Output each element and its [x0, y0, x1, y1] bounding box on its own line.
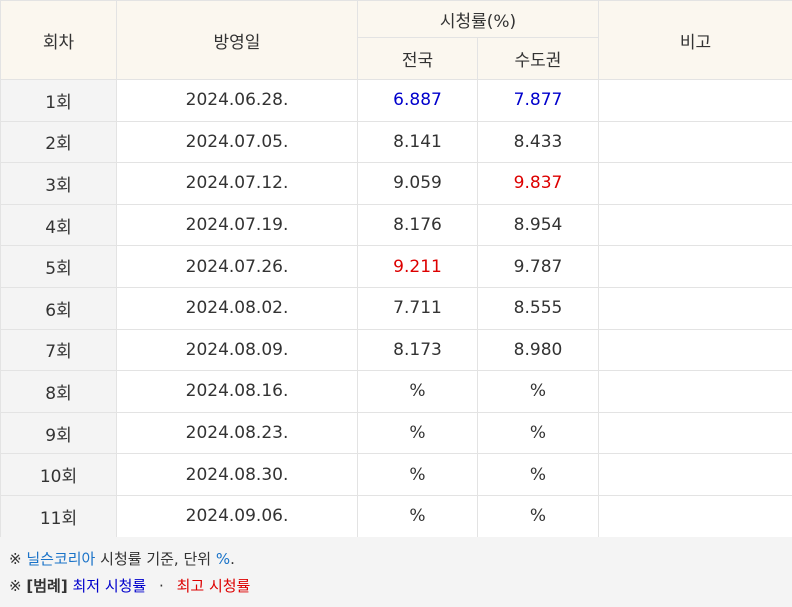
table-row: 10회 2024.08.30.%% — [0, 453, 792, 496]
note-text: 시청률 기준, 단위 — [100, 550, 212, 568]
national-rating-cell: 9.211 — [357, 245, 478, 288]
note-legend: ※ [범례] 최저 시청률 · 최고 시청률 — [9, 575, 250, 596]
remarks-cell — [598, 453, 792, 496]
episode-cell: 3회 — [0, 162, 117, 205]
national-rating-cell: % — [357, 494, 478, 538]
remarks-cell — [598, 328, 792, 372]
table-row: 8회 2024.08.16.%% — [0, 370, 792, 413]
airdate-cell: 2024.07.12. — [116, 162, 358, 205]
remarks-cell — [598, 203, 792, 247]
airdate-cell: 2024.08.02. — [116, 286, 358, 330]
remarks-cell — [598, 370, 792, 413]
legend-label: [범례] — [26, 577, 68, 595]
airdate-cell: 2024.07.05. — [116, 120, 358, 164]
national-rating-cell: % — [357, 370, 478, 413]
national-rating-cell: 8.176 — [357, 203, 478, 247]
ratings-page: 회차 방영일 시청률(%) 비고 전국 수도권 1회 2024.06.28. 6.8… — [0, 0, 792, 607]
capital-rating-cell: 9.787 — [477, 245, 599, 288]
legend-highest: 최고 시청률 — [176, 577, 251, 595]
table-row: 6회 2024.08.02. 7.711 8.555 — [0, 286, 792, 330]
ratings-table: 회차 방영일 시청률(%) 비고 전국 수도권 1회 2024.06.28. 6.8… — [0, 0, 792, 538]
table-row: 11회 2024.09.06.%% — [0, 494, 792, 538]
episode-cell: 2회 — [0, 120, 117, 164]
episode-cell: 9회 — [0, 411, 117, 455]
airdate-cell: 2024.06.28. — [116, 79, 358, 122]
airdate-cell: 2024.09.06. — [116, 494, 358, 538]
national-rating-cell: 8.173 — [357, 328, 478, 372]
nielsen-korea-link[interactable]: 닐슨코리아 — [26, 550, 95, 568]
note-source: ※ 닐슨코리아 시청률 기준, 단위 %. — [9, 548, 235, 569]
airdate-cell: 2024.08.23. — [116, 411, 358, 455]
national-rating-cell: % — [357, 453, 478, 496]
national-rating-cell: 8.141 — [357, 120, 478, 164]
note-symbol: ※ — [9, 550, 22, 568]
episode-cell: 7회 — [0, 328, 117, 372]
capital-rating-cell: 8.954 — [477, 203, 599, 247]
national-rating-cell: 6.887 — [357, 79, 478, 122]
capital-rating-cell: 8.555 — [477, 286, 599, 330]
table-row: 4회 2024.07.19. 8.176 8.954 — [0, 203, 792, 247]
episode-cell: 6회 — [0, 286, 117, 330]
header-remarks: 비고 — [598, 0, 792, 80]
header-national: 전국 — [357, 37, 478, 80]
header-airdate: 방영일 — [116, 0, 358, 80]
episode-cell: 10회 — [0, 453, 117, 496]
remarks-cell — [598, 411, 792, 455]
table-row: 5회 2024.07.26. 9.211 9.787 — [0, 245, 792, 288]
header-ratings: 시청률(%) — [357, 0, 599, 38]
legend-lowest: 최저 시청률 — [72, 577, 147, 595]
remarks-cell — [598, 162, 792, 205]
remarks-cell — [598, 120, 792, 164]
national-rating-cell: % — [357, 411, 478, 455]
note-symbol: ※ — [9, 577, 22, 595]
remarks-cell — [598, 79, 792, 122]
episode-cell: 5회 — [0, 245, 117, 288]
airdate-cell: 2024.08.16. — [116, 370, 358, 413]
table-row: 1회 2024.06.28. 6.887 7.877 — [0, 79, 792, 122]
remarks-cell — [598, 286, 792, 330]
capital-rating-cell: % — [477, 411, 599, 455]
episode-cell: 8회 — [0, 370, 117, 413]
notes-box: ※ 닐슨코리아 시청률 기준, 단위 %. ※ [범례] 최저 시청률 · 최고… — [0, 537, 792, 607]
episode-cell: 1회 — [0, 79, 117, 122]
remarks-cell — [598, 494, 792, 538]
table-row: 7회 2024.08.09. 8.173 8.980 — [0, 328, 792, 372]
capital-rating-cell: % — [477, 370, 599, 413]
episode-cell: 4회 — [0, 203, 117, 247]
legend-separator: · — [159, 577, 164, 595]
header-episode: 회차 — [0, 0, 117, 80]
airdate-cell: 2024.08.09. — [116, 328, 358, 372]
remarks-cell — [598, 245, 792, 288]
episode-cell: 11회 — [0, 494, 117, 538]
national-rating-cell: 9.059 — [357, 162, 478, 205]
note-unit: % — [215, 550, 231, 568]
airdate-cell: 2024.07.26. — [116, 245, 358, 288]
note-end: . — [230, 550, 235, 568]
capital-rating-cell: 7.877 — [477, 79, 599, 122]
national-rating-cell: 7.711 — [357, 286, 478, 330]
table-row: 3회 2024.07.12. 9.059 9.837 — [0, 162, 792, 205]
capital-rating-cell: 8.980 — [477, 328, 599, 372]
header-capital: 수도권 — [477, 37, 599, 80]
capital-rating-cell: 8.433 — [477, 120, 599, 164]
airdate-cell: 2024.07.19. — [116, 203, 358, 247]
table-row: 2회 2024.07.05. 8.141 8.433 — [0, 120, 792, 164]
airdate-cell: 2024.08.30. — [116, 453, 358, 496]
capital-rating-cell: % — [477, 453, 599, 496]
table-row: 9회 2024.08.23.%% — [0, 411, 792, 455]
capital-rating-cell: 9.837 — [477, 162, 599, 205]
capital-rating-cell: % — [477, 494, 599, 538]
